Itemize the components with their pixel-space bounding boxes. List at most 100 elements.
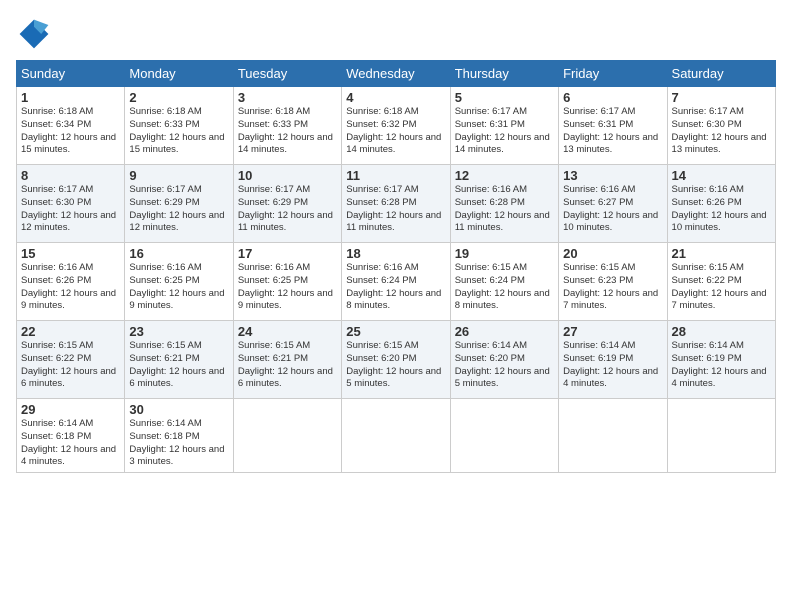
day-info: Sunrise: 6:18 AMSunset: 6:33 PMDaylight:…: [238, 106, 337, 157]
day-number: 30: [129, 402, 228, 417]
day-info: Sunrise: 6:18 AMSunset: 6:34 PMDaylight:…: [21, 106, 120, 157]
day-of-week-tuesday: Tuesday: [233, 61, 341, 87]
day-number: 27: [563, 324, 662, 339]
day-info: Sunrise: 6:17 AMSunset: 6:28 PMDaylight:…: [346, 184, 445, 235]
day-info: Sunrise: 6:17 AMSunset: 6:30 PMDaylight:…: [21, 184, 120, 235]
day-number: 25: [346, 324, 445, 339]
day-of-week-thursday: Thursday: [450, 61, 558, 87]
day-number: 8: [21, 168, 120, 183]
day-of-week-sunday: Sunday: [17, 61, 125, 87]
calendar-cell: 25Sunrise: 6:15 AMSunset: 6:20 PMDayligh…: [342, 321, 450, 399]
day-number: 24: [238, 324, 337, 339]
day-info: Sunrise: 6:15 AMSunset: 6:22 PMDaylight:…: [672, 262, 771, 313]
day-number: 13: [563, 168, 662, 183]
calendar-cell: 29Sunrise: 6:14 AMSunset: 6:18 PMDayligh…: [17, 399, 125, 473]
calendar-cell: 20Sunrise: 6:15 AMSunset: 6:23 PMDayligh…: [559, 243, 667, 321]
day-info: Sunrise: 6:18 AMSunset: 6:32 PMDaylight:…: [346, 106, 445, 157]
calendar-table: SundayMondayTuesdayWednesdayThursdayFrid…: [16, 60, 776, 473]
day-info: Sunrise: 6:14 AMSunset: 6:19 PMDaylight:…: [672, 340, 771, 391]
day-number: 15: [21, 246, 120, 261]
calendar-week-row: 8Sunrise: 6:17 AMSunset: 6:30 PMDaylight…: [17, 165, 776, 243]
day-info: Sunrise: 6:17 AMSunset: 6:29 PMDaylight:…: [238, 184, 337, 235]
day-number: 2: [129, 90, 228, 105]
day-info: Sunrise: 6:16 AMSunset: 6:27 PMDaylight:…: [563, 184, 662, 235]
day-info: Sunrise: 6:15 AMSunset: 6:21 PMDaylight:…: [238, 340, 337, 391]
day-info: Sunrise: 6:17 AMSunset: 6:31 PMDaylight:…: [563, 106, 662, 157]
calendar-cell: 4Sunrise: 6:18 AMSunset: 6:32 PMDaylight…: [342, 87, 450, 165]
calendar-cell: 23Sunrise: 6:15 AMSunset: 6:21 PMDayligh…: [125, 321, 233, 399]
calendar-cell: 3Sunrise: 6:18 AMSunset: 6:33 PMDaylight…: [233, 87, 341, 165]
day-number: 22: [21, 324, 120, 339]
day-info: Sunrise: 6:15 AMSunset: 6:20 PMDaylight:…: [346, 340, 445, 391]
day-number: 21: [672, 246, 771, 261]
day-info: Sunrise: 6:16 AMSunset: 6:24 PMDaylight:…: [346, 262, 445, 313]
day-info: Sunrise: 6:17 AMSunset: 6:31 PMDaylight:…: [455, 106, 554, 157]
day-of-week-monday: Monday: [125, 61, 233, 87]
calendar-week-row: 22Sunrise: 6:15 AMSunset: 6:22 PMDayligh…: [17, 321, 776, 399]
calendar-cell: 16Sunrise: 6:16 AMSunset: 6:25 PMDayligh…: [125, 243, 233, 321]
day-of-week-friday: Friday: [559, 61, 667, 87]
day-number: 6: [563, 90, 662, 105]
day-info: Sunrise: 6:14 AMSunset: 6:19 PMDaylight:…: [563, 340, 662, 391]
calendar-cell: 30Sunrise: 6:14 AMSunset: 6:18 PMDayligh…: [125, 399, 233, 473]
day-number: 10: [238, 168, 337, 183]
calendar-cell: 12Sunrise: 6:16 AMSunset: 6:28 PMDayligh…: [450, 165, 558, 243]
day-number: 17: [238, 246, 337, 261]
day-number: 18: [346, 246, 445, 261]
calendar-cell: 11Sunrise: 6:17 AMSunset: 6:28 PMDayligh…: [342, 165, 450, 243]
logo-icon: [16, 16, 52, 52]
day-info: Sunrise: 6:14 AMSunset: 6:18 PMDaylight:…: [129, 418, 228, 469]
calendar-cell: 21Sunrise: 6:15 AMSunset: 6:22 PMDayligh…: [667, 243, 775, 321]
day-number: 11: [346, 168, 445, 183]
day-info: Sunrise: 6:17 AMSunset: 6:30 PMDaylight:…: [672, 106, 771, 157]
calendar-week-row: 1Sunrise: 6:18 AMSunset: 6:34 PMDaylight…: [17, 87, 776, 165]
day-info: Sunrise: 6:15 AMSunset: 6:22 PMDaylight:…: [21, 340, 120, 391]
calendar-cell: [342, 399, 450, 473]
calendar-week-row: 15Sunrise: 6:16 AMSunset: 6:26 PMDayligh…: [17, 243, 776, 321]
calendar-cell: [233, 399, 341, 473]
day-info: Sunrise: 6:16 AMSunset: 6:28 PMDaylight:…: [455, 184, 554, 235]
day-number: 9: [129, 168, 228, 183]
calendar-cell: 27Sunrise: 6:14 AMSunset: 6:19 PMDayligh…: [559, 321, 667, 399]
calendar-cell: 2Sunrise: 6:18 AMSunset: 6:33 PMDaylight…: [125, 87, 233, 165]
day-of-week-saturday: Saturday: [667, 61, 775, 87]
calendar-cell: 22Sunrise: 6:15 AMSunset: 6:22 PMDayligh…: [17, 321, 125, 399]
day-info: Sunrise: 6:18 AMSunset: 6:33 PMDaylight:…: [129, 106, 228, 157]
calendar-cell: [559, 399, 667, 473]
day-number: 7: [672, 90, 771, 105]
day-number: 4: [346, 90, 445, 105]
calendar-cell: 17Sunrise: 6:16 AMSunset: 6:25 PMDayligh…: [233, 243, 341, 321]
calendar-cell: 9Sunrise: 6:17 AMSunset: 6:29 PMDaylight…: [125, 165, 233, 243]
day-info: Sunrise: 6:15 AMSunset: 6:23 PMDaylight:…: [563, 262, 662, 313]
day-number: 12: [455, 168, 554, 183]
day-of-week-wednesday: Wednesday: [342, 61, 450, 87]
day-info: Sunrise: 6:16 AMSunset: 6:25 PMDaylight:…: [129, 262, 228, 313]
calendar-cell: 26Sunrise: 6:14 AMSunset: 6:20 PMDayligh…: [450, 321, 558, 399]
calendar-header-row: SundayMondayTuesdayWednesdayThursdayFrid…: [17, 61, 776, 87]
day-number: 1: [21, 90, 120, 105]
day-info: Sunrise: 6:14 AMSunset: 6:18 PMDaylight:…: [21, 418, 120, 469]
calendar-cell: 19Sunrise: 6:15 AMSunset: 6:24 PMDayligh…: [450, 243, 558, 321]
day-info: Sunrise: 6:17 AMSunset: 6:29 PMDaylight:…: [129, 184, 228, 235]
calendar-cell: 24Sunrise: 6:15 AMSunset: 6:21 PMDayligh…: [233, 321, 341, 399]
day-info: Sunrise: 6:14 AMSunset: 6:20 PMDaylight:…: [455, 340, 554, 391]
calendar-cell: 28Sunrise: 6:14 AMSunset: 6:19 PMDayligh…: [667, 321, 775, 399]
day-number: 3: [238, 90, 337, 105]
day-info: Sunrise: 6:16 AMSunset: 6:26 PMDaylight:…: [672, 184, 771, 235]
calendar-cell: 1Sunrise: 6:18 AMSunset: 6:34 PMDaylight…: [17, 87, 125, 165]
day-info: Sunrise: 6:15 AMSunset: 6:24 PMDaylight:…: [455, 262, 554, 313]
calendar-cell: 6Sunrise: 6:17 AMSunset: 6:31 PMDaylight…: [559, 87, 667, 165]
day-info: Sunrise: 6:16 AMSunset: 6:26 PMDaylight:…: [21, 262, 120, 313]
day-number: 26: [455, 324, 554, 339]
calendar-cell: 18Sunrise: 6:16 AMSunset: 6:24 PMDayligh…: [342, 243, 450, 321]
day-number: 5: [455, 90, 554, 105]
logo: [16, 16, 56, 52]
calendar-cell: 14Sunrise: 6:16 AMSunset: 6:26 PMDayligh…: [667, 165, 775, 243]
calendar-cell: 13Sunrise: 6:16 AMSunset: 6:27 PMDayligh…: [559, 165, 667, 243]
day-number: 28: [672, 324, 771, 339]
calendar-cell: [450, 399, 558, 473]
header: [16, 16, 776, 52]
day-info: Sunrise: 6:16 AMSunset: 6:25 PMDaylight:…: [238, 262, 337, 313]
day-number: 20: [563, 246, 662, 261]
calendar-cell: [667, 399, 775, 473]
